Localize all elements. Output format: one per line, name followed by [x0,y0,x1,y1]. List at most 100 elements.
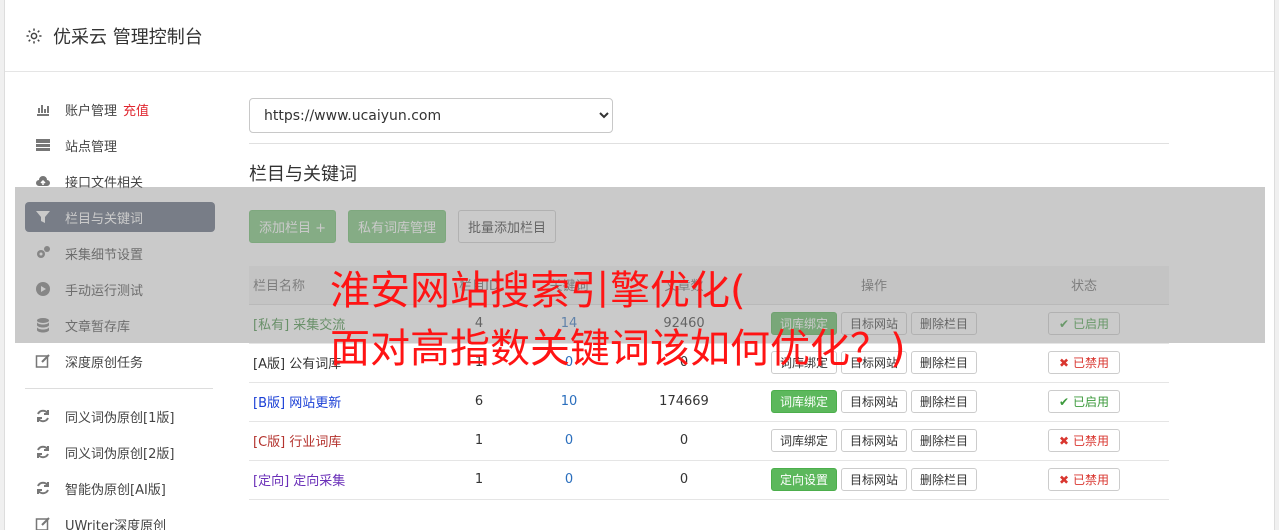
ops-cell: 词库绑定 目标网站 删除栏目 [749,382,999,422]
play-icon [35,281,51,297]
ops-cell: 词库绑定 目标网站 删除栏目 [749,421,999,461]
keyword-count-cell[interactable]: 0 [519,343,619,383]
add-column-button[interactable]: 添加栏目 + [249,210,337,243]
server-icon [35,137,51,153]
sidebar-item[interactable]: 同义词伪原创[1版] [25,401,215,431]
target-site-button[interactable]: 目标网站 [840,312,907,335]
delete-column-button[interactable]: 删除栏目 [911,390,978,413]
sidebar-item[interactable]: 采集细节设置 [25,238,215,268]
sidebar-item-label: 深度原创任务 [65,355,144,371]
gear-icon [26,28,42,43]
state-cell: ✔ 已启用 [999,304,1169,344]
target-site-button[interactable]: 目标网站 [840,390,907,413]
refresh-icon [35,480,51,496]
state-label: 已禁用 [1072,356,1109,370]
sidebar-item-label: 采集细节设置 [65,247,144,263]
column-header: 栏目名称 [249,266,439,305]
column-name-cell[interactable]: [私有] 采集交流 [249,304,439,344]
delete-column-button[interactable]: 删除栏目 [911,429,978,452]
batch-add-button[interactable]: 批量添加栏目 [458,210,557,243]
column-name[interactable]: 公有词库 [289,357,341,372]
state-label: 已启用 [1072,395,1109,409]
sidebar-item-label: 同义词伪原创[2版] [65,446,175,462]
bind-lib-button[interactable]: 词库绑定 [770,429,837,452]
column-id-cell: 4 [439,304,519,344]
column-name-cell[interactable]: [B版] 网站更新 [249,382,439,422]
sidebar-item[interactable]: 栏目与关键词 [25,202,215,232]
filter-icon [35,209,51,225]
sidebar-item-label: UWriter深度原创 [65,518,167,530]
recharge-link[interactable]: 充值 [123,100,149,119]
gears-icon [35,245,51,261]
sidebar-item[interactable]: 接口文件相关 [25,166,215,196]
target-site-button[interactable]: 目标网站 [840,468,907,491]
private-lib-button[interactable]: 私有词库管理 [348,210,447,243]
app-title: 优采云 管理控制台 [53,26,203,48]
delete-column-button[interactable]: 删除栏目 [911,351,978,374]
divider [249,143,1169,144]
edit-icon [35,516,51,530]
sidebar-item[interactable]: UWriter深度原创 [25,509,215,530]
close-icon: ✖ [1059,433,1070,448]
table-row: [B版] 网站更新 6 10 174669 词库绑定 目标网站 删除栏目 ✔ 已启用 [249,382,1169,422]
sidebar-item-label: 账户管理 [65,103,118,119]
sidebar-item-label: 接口文件相关 [65,175,144,191]
section-title: 栏目与关键词 [249,164,357,185]
sidebar-item[interactable]: 深度原创任务 [25,346,215,376]
state-label: 已禁用 [1072,434,1109,448]
keyword-count-cell[interactable]: 14 [519,304,619,344]
delete-column-button[interactable]: 删除栏目 [911,468,978,491]
column-name[interactable]: 定向采集 [293,474,345,489]
bind-lib-button[interactable]: 词库绑定 [770,351,837,374]
keyword-count-cell[interactable]: 0 [519,421,619,461]
column-header: 栏目ID [439,266,519,305]
sidebar-item[interactable]: 同义词伪原创[2版] [25,437,215,467]
bind-lib-button[interactable]: 词库绑定 [770,390,837,413]
site-select[interactable]: https://www.ucaiyun.com [249,98,613,133]
state-toggle-button[interactable]: ✖ 已禁用 [1048,351,1120,374]
table-row: [私有] 采集交流 4 14 92460 词库绑定 目标网站 删除栏目 ✔ 已启用 [249,304,1169,344]
sidebar-item[interactable]: 账户管理 充值 [25,94,215,124]
cloud-upload-icon [35,173,51,189]
column-header: 操作 [749,266,999,305]
ops-cell: 词库绑定 目标网站 删除栏目 [749,304,999,344]
state-toggle-button[interactable]: ✖ 已禁用 [1048,429,1120,452]
main-content: https://www.ucaiyun.com 栏目与关键词 添加栏目 + 私有… [249,98,1169,500]
column-id-cell: 1 [439,421,519,461]
keyword-count-cell[interactable]: 0 [519,460,619,500]
console-window: 优采云 管理控制台 账户管理 充值 站点管理 接口文件相关 栏目与关键词 采集细节设置 手动… [4,0,1275,530]
sidebar: 账户管理 充值站点管理接口文件相关 栏目与关键词 采集细节设置手动运行测试 文章暂存库深… [25,94,215,530]
keyword-count-cell[interactable]: 10 [519,382,619,422]
target-site-button[interactable]: 目标网站 [840,429,907,452]
column-name-cell[interactable]: [定向] 定向采集 [249,460,439,500]
column-header: 文章数 [619,266,749,305]
column-id-cell: 1 [439,343,519,383]
target-site-button[interactable]: 目标网站 [840,351,907,374]
bind-lib-button[interactable]: 定向设置 [770,468,837,491]
article-count-cell: 0 [619,460,749,500]
sidebar-item-label: 栏目与关键词 [65,211,144,227]
state-cell: ✖ 已禁用 [999,421,1169,461]
column-name[interactable]: 采集交流 [293,318,345,333]
table-row: [C版] 行业词库 1 0 0 词库绑定 目标网站 删除栏目 ✖ 已禁用 [249,421,1169,461]
column-name-cell[interactable]: [C版] 行业词库 [249,421,439,461]
top-bar: 优采云 管理控制台 [5,0,1274,72]
column-name[interactable]: 行业词库 [289,435,341,450]
column-tag: [B版] [253,396,286,411]
sidebar-item[interactable]: 智能伪原创[AI版] [25,473,215,503]
check-icon: ✔ [1059,394,1070,409]
delete-column-button[interactable]: 删除栏目 [911,312,978,335]
bind-lib-button[interactable]: 词库绑定 [770,312,837,335]
state-cell: ✔ 已启用 [999,382,1169,422]
sidebar-item[interactable]: 文章暂存库 [25,310,215,340]
check-icon: ✔ [1059,316,1070,331]
state-toggle-button[interactable]: ✔ 已启用 [1048,312,1120,335]
sidebar-item-label: 站点管理 [65,139,118,155]
column-name[interactable]: 网站更新 [289,396,341,411]
state-toggle-button[interactable]: ✖ 已禁用 [1048,468,1120,491]
column-tag: [定向] [253,474,290,489]
column-name-cell[interactable]: [A版] 公有词库 [249,343,439,383]
sidebar-item[interactable]: 手动运行测试 [25,274,215,304]
sidebar-item[interactable]: 站点管理 [25,130,215,160]
state-toggle-button[interactable]: ✔ 已启用 [1048,390,1120,413]
